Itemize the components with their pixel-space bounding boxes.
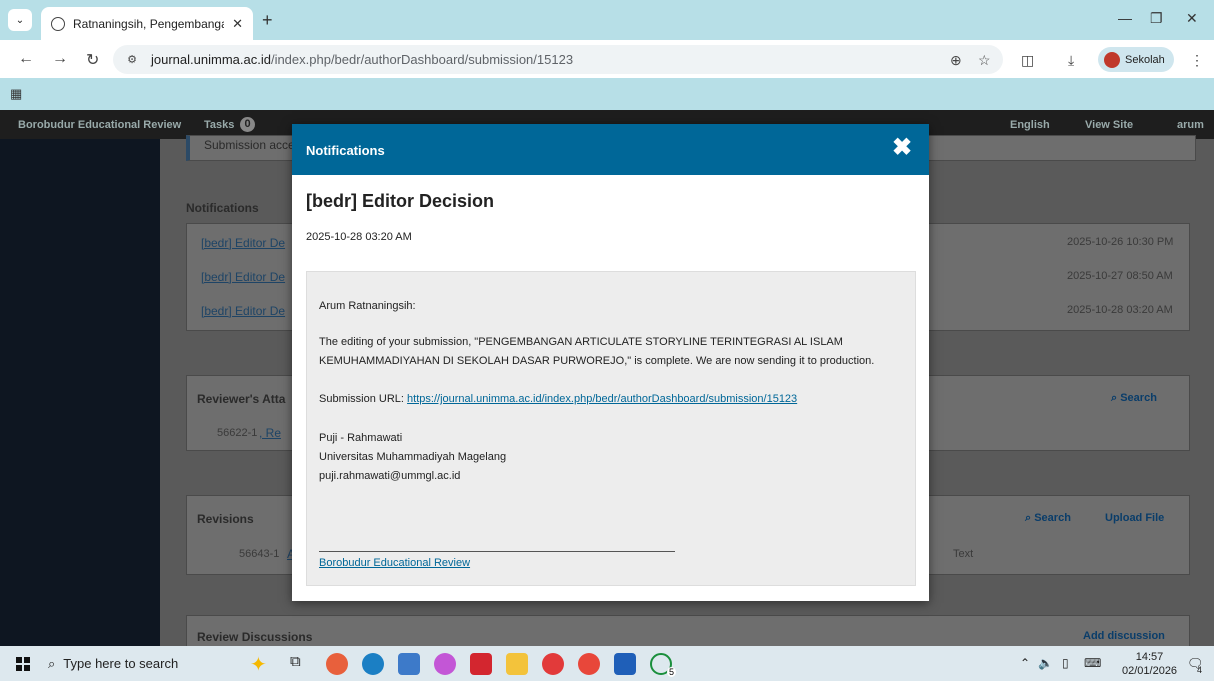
- upload-file-link[interactable]: Upload File: [1105, 512, 1164, 524]
- notification-date: 2025-10-26 10:30 PM: [1067, 236, 1174, 248]
- message-body: Arum Ratnaningsih: The editing of your s…: [306, 271, 916, 586]
- reviewer-search-link[interactable]: ⌕ Search: [1111, 392, 1157, 405]
- copilot-sparkle-icon[interactable]: ✦: [250, 652, 272, 676]
- search-placeholder: Type here to search: [63, 656, 179, 671]
- modal-header: Notifications ✖: [292, 124, 929, 175]
- copilot-app-icon[interactable]: [434, 653, 456, 675]
- forward-icon[interactable]: →: [52, 50, 68, 68]
- tab-title: Ratnaningsih, Pengembangan A: [73, 16, 224, 31]
- extensions-icon[interactable]: ◫: [1021, 52, 1034, 69]
- notification-link[interactable]: [bedr] Editor De: [201, 270, 285, 284]
- clock-app-icon[interactable]: [542, 653, 564, 675]
- back-icon[interactable]: ←: [18, 50, 34, 68]
- menu-kebab-icon[interactable]: ⋮: [1190, 52, 1204, 69]
- bookmark-star-icon[interactable]: ☆: [978, 52, 991, 69]
- greeting: Arum Ratnaningsih:: [319, 300, 416, 312]
- tasks-link[interactable]: Tasks: [204, 119, 234, 131]
- submission-url-link[interactable]: https://journal.unimma.ac.id/index.php/b…: [407, 393, 797, 405]
- windows-start-icon[interactable]: [16, 657, 30, 671]
- signature-org: Universitas Muhammadiyah Magelang: [319, 451, 507, 463]
- task-view-icon[interactable]: ⧉: [290, 653, 312, 675]
- notifications-heading: Notifications: [186, 201, 259, 215]
- edge-icon[interactable]: [362, 653, 384, 675]
- bookmarks-bar: ▦: [0, 78, 1214, 110]
- body-line-1: The editing of your submission, "PENGEMB…: [319, 336, 843, 348]
- system-clock[interactable]: 14:57 02/01/2026: [1122, 650, 1177, 678]
- notification-count: 4: [1197, 665, 1203, 675]
- notification-link[interactable]: [bedr] Editor De: [201, 236, 285, 250]
- view-site-link[interactable]: View Site: [1085, 119, 1133, 131]
- notification-link[interactable]: [bedr] Editor De: [201, 304, 285, 318]
- chrome-icon[interactable]: [578, 653, 600, 675]
- whatsapp-icon[interactable]: 5: [650, 653, 676, 677]
- journal-switcher[interactable]: Borobudur Educational Review: [18, 119, 181, 131]
- signature-name: Puji - Rahmawati: [319, 432, 403, 444]
- word-icon[interactable]: [614, 653, 636, 675]
- close-window-button[interactable]: ✕: [1186, 10, 1198, 27]
- zoom-icon[interactable]: ⊕: [950, 52, 962, 69]
- taskbar: ⌕ Type here to search ✦ ⧉ 5 ⌃ 🔈 ▯ ⌨ 14:5…: [0, 646, 1214, 681]
- notification-date: 2025-10-27 08:50 AM: [1067, 270, 1173, 282]
- media-app-icon[interactable]: [398, 653, 420, 675]
- divider: [319, 551, 675, 552]
- new-tab-button[interactable]: +: [262, 10, 273, 31]
- battery-icon[interactable]: ▯: [1062, 656, 1069, 670]
- reload-icon[interactable]: ↻: [86, 50, 99, 70]
- restore-button[interactable]: ❐: [1150, 10, 1163, 27]
- site-globe-icon: [51, 16, 65, 31]
- user-menu[interactable]: arum: [1177, 119, 1204, 131]
- volume-icon[interactable]: 🔈: [1038, 656, 1053, 670]
- tab-close-icon[interactable]: ✕: [232, 16, 243, 32]
- revisions-search-link[interactable]: ⌕ Search: [1025, 512, 1071, 525]
- address-bar[interactable]: ⚙ journal.unimma.ac.id/index.php/bedr/au…: [113, 45, 1003, 74]
- notification-modal: Notifications ✖ [bedr] Editor Decision 2…: [292, 124, 929, 601]
- search-icon: ⌕: [48, 655, 56, 671]
- minimize-button[interactable]: —: [1118, 10, 1132, 26]
- close-icon[interactable]: ✖: [891, 136, 913, 160]
- firefox-icon[interactable]: [326, 653, 348, 675]
- apps-grid-icon[interactable]: ▦: [10, 86, 24, 101]
- journal-footer-link[interactable]: Borobudur Educational Review: [319, 557, 470, 569]
- notification-date: 2025-10-28 03:20 AM: [1067, 304, 1173, 316]
- acrobat-icon[interactable]: [470, 653, 492, 675]
- add-discussion-link[interactable]: Add discussion: [1083, 630, 1165, 642]
- tray-chevron-icon[interactable]: ⌃: [1020, 656, 1030, 670]
- reviewer-file[interactable]: 56622-1: [217, 427, 257, 439]
- taskbar-search[interactable]: ⌕ Type here to search: [48, 646, 238, 681]
- avatar: [1104, 51, 1120, 68]
- tab-search-button[interactable]: ⌄: [8, 9, 32, 31]
- site-info-icon[interactable]: ⚙: [123, 51, 141, 69]
- notification-title: [bedr] Editor Decision: [306, 191, 495, 211]
- notification-date: 2025-10-28 03:20 AM: [306, 231, 412, 243]
- whatsapp-badge: 5: [666, 667, 676, 677]
- profile-button[interactable]: Sekolah: [1098, 47, 1174, 72]
- sidebar: [0, 139, 160, 646]
- url-text: journal.unimma.ac.id/index.php/bedr/auth…: [151, 52, 574, 67]
- body-line-2: KEMUHAMMADIYAHAN DI SEKOLAH DASAR PURWOR…: [319, 355, 875, 367]
- signature-email: puji.rahmawati@ummgl.ac.id: [319, 470, 461, 482]
- file-explorer-icon[interactable]: [506, 653, 528, 675]
- modal-header-title: Notifications: [306, 143, 385, 158]
- browser-tab[interactable]: Ratnaningsih, Pengembangan A ✕: [41, 7, 253, 40]
- submission-url-line: Submission URL: https://journal.unimma.a…: [319, 393, 798, 405]
- download-icon[interactable]: ⤓: [1068, 52, 1074, 69]
- browser-tab-strip: ⌄ Ratnaningsih, Pengembangan A ✕ + — ❐ ✕: [0, 0, 1214, 40]
- browser-toolbar: ← → ↻ ⚙ journal.unimma.ac.id/index.php/b…: [0, 40, 1214, 78]
- tasks-count-badge: 0: [240, 117, 255, 132]
- language-link[interactable]: English: [1010, 119, 1050, 131]
- ime-icon[interactable]: ⌨: [1084, 656, 1101, 670]
- revision-file[interactable]: 56643-1: [239, 548, 279, 560]
- review-discussions-panel: Review Discussions Add discussion: [186, 615, 1190, 646]
